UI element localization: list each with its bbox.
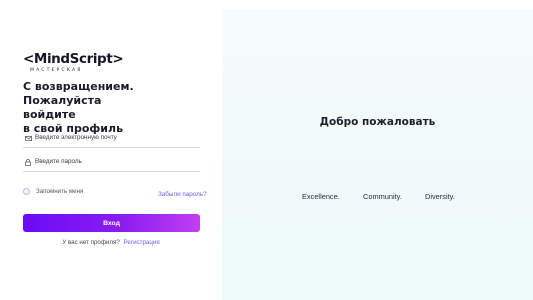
logo-subtitle: МАСТЕРСКАЯ [30, 68, 83, 73]
login-page: <MindScript> МАСТЕРСКАЯ С возвращением. … [0, 0, 533, 300]
signup-prompt: У вас нет профиля? Регистрация [0, 239, 222, 246]
login-panel: <MindScript> МАСТЕРСКАЯ С возвращением. … [0, 0, 222, 300]
title-line-2: войдите [23, 108, 76, 121]
no-profile-text: У вас нет профиля? [62, 239, 120, 246]
title-line-1: С возвращением. Пожалуйста [23, 80, 134, 107]
remember-label: Запомнить меня [36, 188, 84, 195]
logo-wordmark: <MindScript> [23, 51, 124, 67]
forgot-password-link[interactable]: Забыли пароль? [158, 191, 207, 198]
welcome-panel: Добро пожаловать Excellence. Community. … [222, 9, 533, 300]
lock-icon [23, 158, 33, 166]
login-button[interactable]: Вход [23, 214, 200, 232]
password-input[interactable] [35, 158, 195, 166]
mail-icon [23, 134, 33, 142]
value-excellence: Excellence. [302, 192, 340, 201]
remember-me[interactable]: Запомнить меня [23, 188, 83, 195]
email-input[interactable] [35, 134, 195, 142]
email-field[interactable] [23, 134, 200, 148]
page-title: С возвращением. Пожалуйста войдите в сво… [23, 80, 188, 136]
value-community: Community. [363, 192, 402, 201]
remember-checkbox[interactable] [23, 188, 30, 195]
values-row: Excellence. Community. Diversity. [222, 192, 533, 202]
value-diversity: Diversity. [425, 192, 455, 201]
password-field[interactable] [23, 158, 200, 172]
welcome-title: Добро пожаловать [319, 116, 436, 128]
brand-logo[interactable]: <MindScript> МАСТЕРСКАЯ [23, 51, 124, 74]
signup-link[interactable]: Регистрация [124, 239, 160, 246]
